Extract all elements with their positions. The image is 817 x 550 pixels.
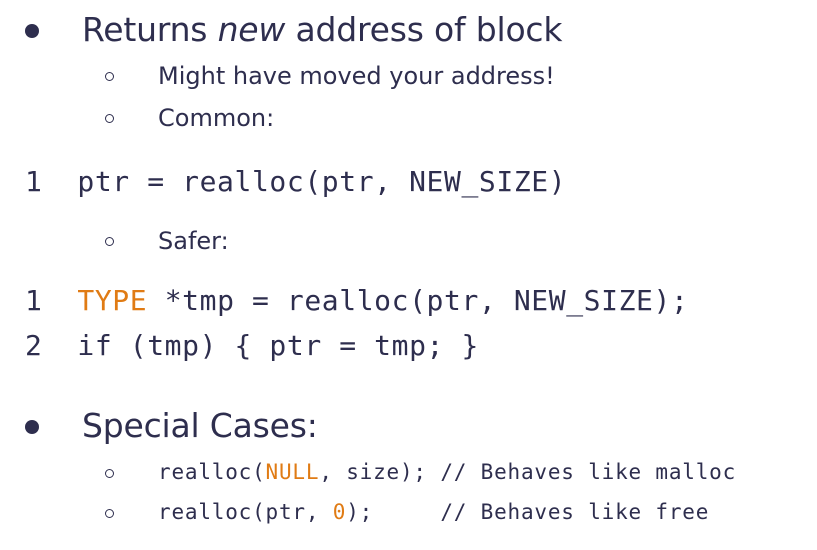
sub-bullet-moved-address: Might have moved your address! <box>158 62 555 90</box>
bullet-special-cases: Special Cases: <box>82 406 318 445</box>
code-text: realloc(ptr, <box>158 500 333 524</box>
sub-bullet-common: Common: <box>158 104 275 132</box>
code-text: ); // Behaves like free <box>346 500 710 524</box>
line-number: 2 <box>25 329 43 362</box>
bullet-icon <box>25 24 39 38</box>
code-text: realloc( <box>158 460 266 484</box>
sub-bullet-icon <box>105 237 114 246</box>
sub-bullet-icon <box>105 114 114 123</box>
code-line-2: 2 if (tmp) { ptr = tmp; } <box>25 332 479 360</box>
bullet-text-emphasis: new <box>217 10 286 49</box>
special-case-null: realloc(NULL, size); // Behaves like mal… <box>158 462 736 483</box>
code-keyword-type: TYPE <box>77 284 148 317</box>
sub-bullet-icon <box>105 509 114 518</box>
code-text: if (tmp) { ptr = tmp; } <box>77 329 479 362</box>
special-case-zero: realloc(ptr, 0); // Behaves like free <box>158 502 709 523</box>
line-number: 1 <box>25 284 43 317</box>
bullet-text-pre: Returns <box>82 10 218 49</box>
line-number: 1 <box>25 165 43 198</box>
sub-bullet-safer: Safer: <box>158 227 229 255</box>
code-text: ptr = realloc(ptr, NEW_SIZE) <box>77 165 567 198</box>
code-block-common: 1 ptr = realloc(ptr, NEW_SIZE) <box>25 168 566 196</box>
code-text: , size); // Behaves like malloc <box>319 460 737 484</box>
sub-bullet-icon <box>105 469 114 478</box>
bullet-text-post: address of block <box>285 10 563 49</box>
code-highlight-null: NULL <box>265 460 320 484</box>
code-line-1: 1 TYPE *tmp = realloc(ptr, NEW_SIZE); <box>25 287 688 315</box>
bullet-returns-new-address: Returns new address of block <box>82 13 562 46</box>
bullet-icon <box>25 420 39 434</box>
code-highlight-zero: 0 <box>332 500 347 524</box>
sub-bullet-icon <box>105 72 114 81</box>
code-text: *tmp = realloc(ptr, NEW_SIZE); <box>147 284 689 317</box>
